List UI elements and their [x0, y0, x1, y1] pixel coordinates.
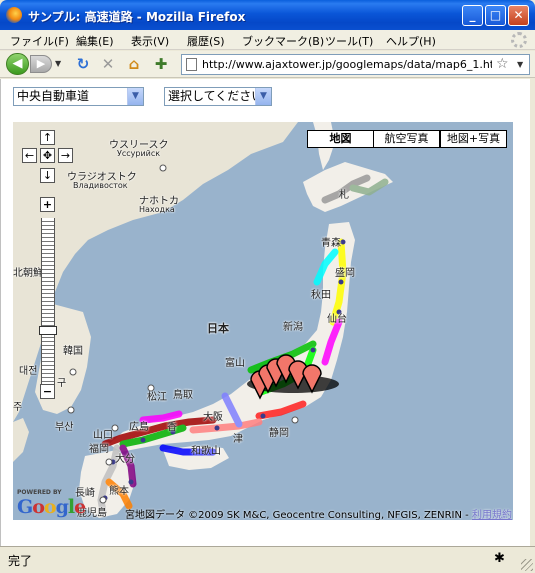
label-sapporo: 札 [339, 190, 349, 201]
label-nakhodka-ru: Находка [139, 205, 175, 214]
addon-icon[interactable]: ✚ [152, 55, 170, 73]
firebug-icon[interactable]: ✱ [494, 551, 505, 566]
pan-down-button[interactable]: ↓ [40, 168, 55, 183]
menu-tools[interactable]: ツール(T) [325, 33, 373, 49]
label-north-korea: 北朝鮮 [13, 268, 43, 279]
label-korea: 韓国 [63, 346, 83, 357]
label-toyama: 富山 [225, 358, 245, 369]
reload-icon[interactable]: ↻ [74, 55, 92, 73]
copyright-text: 地図データ ©2009 SK M&C, Geocentre Consulting… [135, 510, 469, 520]
zoom-out-button[interactable]: − [40, 384, 55, 399]
google-map[interactable]: ウスリースク Уссурийск ウラジオストク Владивосток ナホト… [13, 122, 513, 520]
menu-history[interactable]: 履歴(S) [187, 33, 225, 49]
bookmark-star-icon[interactable]: ☆ [496, 56, 509, 72]
label-tottori: 鳥取 [173, 390, 193, 401]
section-select-arrow-icon[interactable]: ▼ [255, 88, 271, 105]
maptype-hybrid-button[interactable]: 地図+写真 [440, 130, 507, 148]
label-kumamoto: 熊本 [109, 486, 129, 497]
page-icon [186, 58, 197, 71]
status-bar: 完了 ✱ [0, 546, 535, 573]
label-busan: 부산 [55, 422, 74, 433]
label-akita: 秋田 [311, 290, 331, 301]
maptype-satellite-button[interactable]: 航空写真 [373, 130, 440, 148]
menu-view[interactable]: 表示(V) [131, 33, 169, 49]
terms-link[interactable]: 利用規約 [472, 510, 512, 520]
label-hiroshima: 広島 [129, 422, 149, 433]
menu-help[interactable]: ヘルプ(H) [386, 33, 436, 49]
label-shizuoka: 静岡 [269, 428, 289, 439]
pan-right-button[interactable]: → [58, 148, 73, 163]
label-kagawa: 香 [167, 422, 177, 433]
pan-center-button[interactable]: ✥ [40, 148, 55, 163]
menu-bar: ファイル(F) 編集(E) 表示(V) 履歴(S) ブックマーク(B) ツール(… [0, 30, 535, 50]
powered-by-label: POWERED BY [17, 489, 62, 496]
label-wakayama: 和歌山 [191, 446, 221, 457]
label-oita: 大分 [115, 454, 135, 465]
page-content: 中央自動車道 ▼ 選択してください ▼ ウスリースク Уссурийск ウラジ… [0, 79, 530, 546]
url-text[interactable]: http://www.ajaxtower.jp/googlemaps/data/… [202, 58, 492, 71]
label-niigata: 新潟 [283, 322, 303, 333]
menu-file[interactable]: ファイル(F) [10, 33, 69, 49]
window-title: サンプル: 高速道路 - Mozilla Firefox [28, 10, 246, 24]
menu-bookmarks[interactable]: ブックマーク(B) [242, 33, 324, 49]
label-morioka: 盛岡 [335, 268, 355, 279]
status-text: 完了 [8, 554, 33, 568]
label-vladivostok-ru: Владивосток [73, 181, 128, 190]
pan-up-button[interactable]: ↑ [40, 130, 55, 145]
label-aomori: 青森 [321, 238, 341, 249]
copyright-prefix: 宮 [125, 510, 135, 520]
forward-button[interactable]: ▶ [30, 55, 52, 73]
section-select-value: 選択してください [168, 89, 264, 103]
maptype-map-button[interactable]: 地図 [307, 130, 374, 148]
section-select[interactable]: 選択してください ▼ [164, 87, 272, 106]
home-icon[interactable]: ⌂ [125, 55, 143, 73]
label-japan: 日本 [207, 322, 229, 335]
label-tsu: 津 [233, 434, 243, 445]
label-gu: 구 [57, 378, 67, 389]
history-dropdown-icon[interactable]: ▼ [55, 59, 61, 68]
close-button[interactable]: ✕ [508, 5, 529, 26]
url-bar[interactable]: http://www.ajaxtower.jp/googlemaps/data/… [181, 54, 530, 75]
maximize-button[interactable]: □ [485, 5, 506, 26]
resize-grip-icon[interactable] [521, 559, 533, 571]
activity-throbber-icon [511, 32, 527, 48]
road-select-arrow-icon[interactable]: ▼ [127, 88, 143, 105]
label-fukuoka: 福岡 [89, 444, 109, 455]
zoom-slider-handle[interactable] [39, 326, 57, 335]
label-matsue: 松江 [147, 392, 167, 403]
road-select[interactable]: 中央自動車道 ▼ [13, 87, 144, 106]
map-copyright: 宮地図データ ©2009 SK M&C, Geocentre Consultin… [125, 506, 512, 520]
firefox-icon [6, 7, 22, 23]
pan-left-button[interactable]: ← [22, 148, 37, 163]
menu-edit[interactable]: 編集(E) [76, 33, 114, 49]
label-osaka: 大阪 [203, 412, 223, 423]
label-yamaguchi: 山口 [93, 430, 113, 441]
minimize-button[interactable]: _ [462, 5, 483, 26]
label-daejeon: 대전 [19, 366, 38, 377]
navigation-toolbar: ◀ ▶ ▼ ↻ ✕ ⌂ ✚ http://www.ajaxtower.jp/go… [0, 51, 535, 78]
google-logo[interactable]: Google [17, 496, 86, 518]
stop-icon[interactable]: ✕ [99, 55, 117, 73]
label-ussuriysk-ru: Уссурийск [117, 149, 161, 158]
window-titlebar[interactable]: サンプル: 高速道路 - Mozilla Firefox _ □ ✕ [0, 0, 535, 30]
zoom-slider-track[interactable] [41, 218, 55, 386]
label-ju: 주 [13, 402, 23, 413]
page-edge [530, 79, 535, 546]
back-button[interactable]: ◀ [6, 53, 29, 75]
zoom-in-button[interactable]: + [40, 197, 55, 212]
road-select-value: 中央自動車道 [17, 89, 90, 103]
url-dropdown-icon[interactable]: ▼ [517, 60, 523, 69]
label-sendai: 仙台 [327, 314, 347, 325]
